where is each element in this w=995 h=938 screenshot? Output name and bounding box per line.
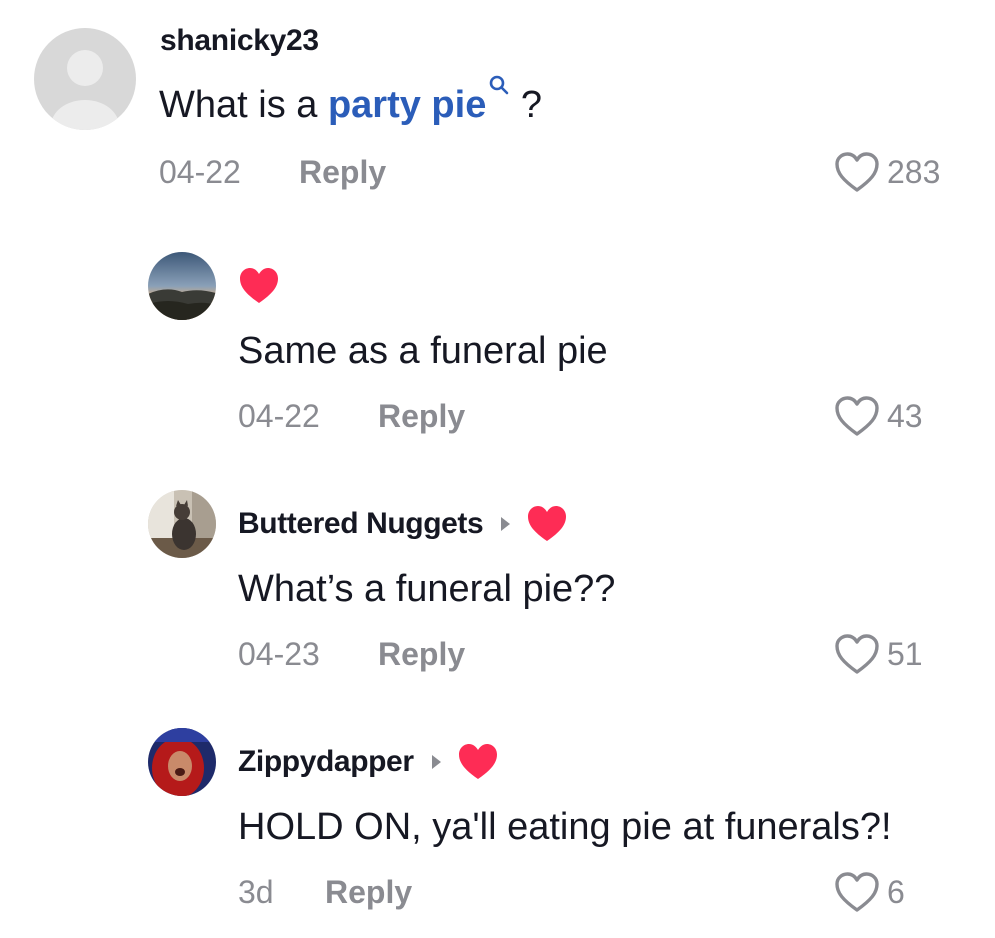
like-count: 51 (887, 635, 923, 672)
reply-button[interactable]: Reply (378, 398, 465, 435)
red-heart-icon (238, 266, 280, 306)
comment-text: Same as a funeral pie (238, 330, 608, 372)
like-button[interactable]: 6 (833, 870, 905, 914)
like-button[interactable]: 51 (833, 632, 923, 676)
like-count: 283 (887, 153, 941, 190)
comment-text: What is a party pie ? (159, 75, 543, 127)
comment-text-before: What is a (159, 84, 328, 126)
comment-date: 3d (238, 874, 274, 910)
reply-button[interactable]: Reply (325, 874, 412, 911)
red-heart-icon (457, 742, 499, 782)
sunset-landscape-avatar (148, 252, 216, 320)
user-avatar[interactable] (148, 728, 216, 796)
heart-outline-icon (833, 394, 881, 438)
username[interactable]: Buttered Nuggets (238, 507, 484, 541)
comment-header (238, 266, 280, 306)
person-red-light-avatar (148, 728, 216, 796)
cat-at-window-avatar (148, 490, 216, 558)
search-link[interactable]: party pie (328, 84, 486, 126)
comment-date: 04-23 (238, 636, 320, 672)
reply-button[interactable]: Reply (378, 636, 465, 673)
heart-outline-icon (833, 870, 881, 914)
user-avatar[interactable] (148, 252, 216, 320)
comment-header: Zippydapper (238, 742, 499, 782)
user-avatar[interactable] (34, 28, 136, 130)
comment-text: HOLD ON, ya'll eating pie at funerals?! (238, 806, 892, 848)
comment-header: Buttered Nuggets (238, 504, 568, 544)
username[interactable]: shanicky23 (160, 24, 319, 58)
comment-text-after: ? (510, 84, 543, 126)
like-button[interactable]: 43 (833, 394, 923, 438)
user-avatar[interactable] (148, 490, 216, 558)
heart-outline-icon (833, 150, 881, 194)
like-count: 6 (887, 873, 905, 910)
default-avatar-icon (34, 28, 136, 130)
caret-right-icon (501, 517, 511, 531)
search-icon[interactable] (488, 74, 510, 96)
username[interactable]: Zippydapper (238, 745, 414, 779)
reply-button[interactable]: Reply (299, 154, 386, 191)
like-count: 43 (887, 397, 923, 434)
heart-outline-icon (833, 632, 881, 676)
like-button[interactable]: 283 (833, 150, 940, 194)
comment-text: What’s a funeral pie?? (238, 568, 616, 610)
comment-date: 04-22 (159, 154, 241, 190)
red-heart-icon (526, 504, 568, 544)
comment-date: 04-22 (238, 398, 320, 434)
caret-right-icon (431, 755, 441, 769)
